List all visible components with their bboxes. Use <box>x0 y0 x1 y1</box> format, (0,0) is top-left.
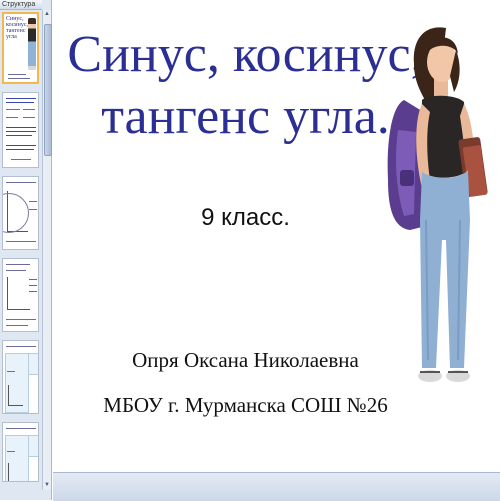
school-name: МБОУ г. Мурманска СОШ №26 <box>103 393 388 417</box>
slide-thumbnail-3[interactable] <box>2 176 39 250</box>
slide-thumbnail-2[interactable] <box>2 92 39 168</box>
slide-thumbnail-5[interactable] <box>2 340 39 414</box>
scroll-down-arrow-icon[interactable]: ▼ <box>43 481 51 490</box>
slides-pane: Структура Синус, косинус, тангенс угла ▲… <box>0 0 52 500</box>
scroll-thumb[interactable] <box>44 24 52 156</box>
slide-thumbnail-1[interactable]: Синус, косинус, тангенс угла <box>2 12 39 84</box>
status-bar <box>53 472 500 501</box>
thumbnail-girl-icon <box>28 18 36 70</box>
thumbnail-title: Синус, косинус, тангенс угла <box>6 16 29 40</box>
slide-thumbnail-4[interactable] <box>2 258 39 332</box>
schoolgirl-with-backpack-image <box>387 27 488 382</box>
tab-outline[interactable]: Структура <box>0 0 42 10</box>
slide-thumbnail-6[interactable] <box>2 422 39 482</box>
scroll-up-arrow-icon[interactable]: ▲ <box>43 10 51 19</box>
pane-scrollbar[interactable]: ▲ ▼ <box>42 10 52 490</box>
